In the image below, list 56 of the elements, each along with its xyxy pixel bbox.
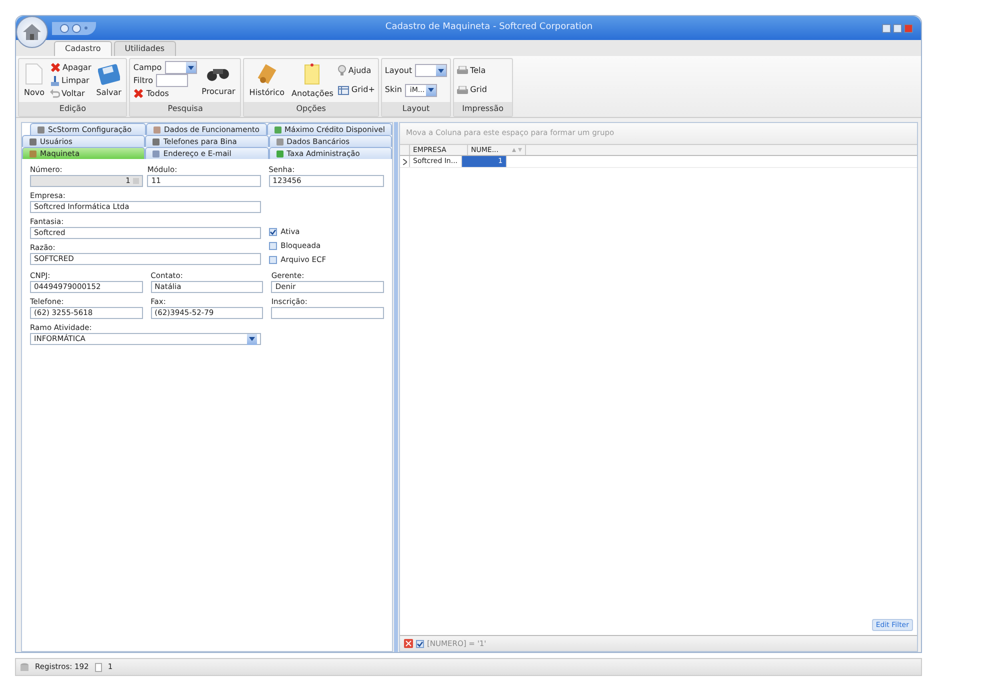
text-field[interactable] xyxy=(271,307,384,319)
dropdown-field[interactable] xyxy=(164,61,197,74)
ribbon-button[interactable]: Novo xyxy=(22,61,47,100)
check-icon xyxy=(417,640,423,646)
dropdown-arrow-icon xyxy=(438,68,444,73)
ribbon-button[interactable]: Tela xyxy=(457,64,487,77)
delete-icon xyxy=(50,62,61,73)
group-label: Pesquisa xyxy=(130,102,240,116)
checkbox[interactable] xyxy=(416,640,424,648)
checkbox[interactable] xyxy=(268,242,277,250)
group-label: Layout xyxy=(382,102,450,116)
broom-icon xyxy=(50,76,60,86)
field-label: Skin xyxy=(384,84,402,96)
ribbon-tab[interactable]: Utilidades xyxy=(114,41,176,56)
ribbon-tab[interactable]: Cadastro xyxy=(54,41,112,56)
ribbon-button[interactable]: Salvar xyxy=(94,61,124,100)
delete-icon xyxy=(133,88,144,100)
document-icon xyxy=(25,62,44,84)
checkbox[interactable] xyxy=(268,228,277,236)
check-icon xyxy=(270,229,276,235)
ribbon-button[interactable]: Voltar xyxy=(50,88,92,100)
group-label: Opções xyxy=(244,102,378,116)
field-label: Filtro xyxy=(133,74,153,87)
ribbon-button[interactable]: Grid+ xyxy=(338,84,375,96)
minimize-button[interactable] xyxy=(882,24,891,32)
ribbon-button[interactable]: Limpar xyxy=(50,74,92,86)
checkbox[interactable] xyxy=(268,256,277,264)
page-icon xyxy=(94,662,102,672)
sticky-note-icon xyxy=(303,62,322,86)
ribbon-button[interactable]: Ajuda xyxy=(338,64,375,77)
dot-icon xyxy=(84,26,88,30)
chevron-icon xyxy=(402,158,406,164)
input-field[interactable] xyxy=(156,74,188,88)
printer-icon xyxy=(457,86,468,95)
restore-button[interactable] xyxy=(893,24,902,32)
dropdown-arrow-icon xyxy=(248,337,255,341)
window-title: Cadastro de Maquineta - Softcred Corporation xyxy=(385,22,593,32)
dropdown-arrow-icon xyxy=(428,88,434,92)
grid-icon xyxy=(338,86,350,95)
field-label: Campo xyxy=(133,62,162,74)
group-label: Edição xyxy=(19,102,126,116)
field-label: Layout xyxy=(384,64,412,77)
database-icon xyxy=(20,662,29,672)
ribbon-button[interactable]: Apagar xyxy=(50,62,92,74)
group-label: Impressão xyxy=(454,102,512,116)
undo-icon xyxy=(50,88,60,98)
dropdown-field[interactable] xyxy=(415,64,448,78)
ribbon-button[interactable]: Procurar xyxy=(200,61,238,100)
light-bulb-icon xyxy=(338,65,346,76)
close-icon xyxy=(404,639,413,648)
ribbon-button[interactable]: Todos xyxy=(133,88,197,100)
ribbon-button[interactable]: Histórico xyxy=(247,61,287,100)
printer-icon xyxy=(457,66,468,76)
dropdown-arrow-icon xyxy=(188,66,194,70)
ribbon-button[interactable]: Anotações xyxy=(290,61,336,100)
ribbon-button[interactable]: Grid xyxy=(457,84,487,96)
